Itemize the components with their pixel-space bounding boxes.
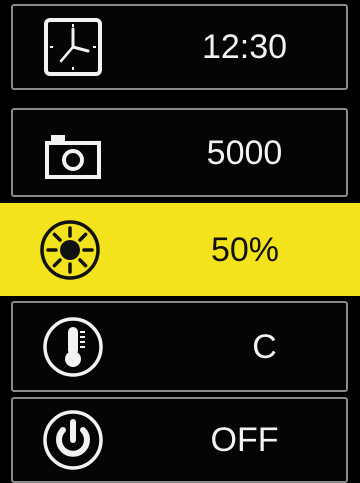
settings-menu: 12:30 5000 50% C OFF	[0, 0, 360, 483]
temperature-value: C	[252, 327, 277, 366]
time-value: 12:30	[201, 28, 288, 66]
thermometer-icon	[41, 315, 105, 379]
brightness-icon	[38, 218, 102, 282]
menu-item-time[interactable]: 12:30	[11, 4, 348, 90]
camera-value: 5000	[206, 133, 283, 172]
menu-item-brightness[interactable]: 50%	[0, 203, 360, 296]
camera-icon	[41, 121, 105, 185]
menu-item-temperature[interactable]: C	[11, 301, 348, 392]
menu-item-camera[interactable]: 5000	[11, 108, 348, 197]
menu-item-power[interactable]: OFF	[11, 397, 348, 483]
power-value: OFF	[210, 421, 279, 459]
clock-icon	[41, 15, 105, 79]
brightness-value: 50%	[210, 230, 280, 269]
power-icon	[41, 408, 105, 472]
